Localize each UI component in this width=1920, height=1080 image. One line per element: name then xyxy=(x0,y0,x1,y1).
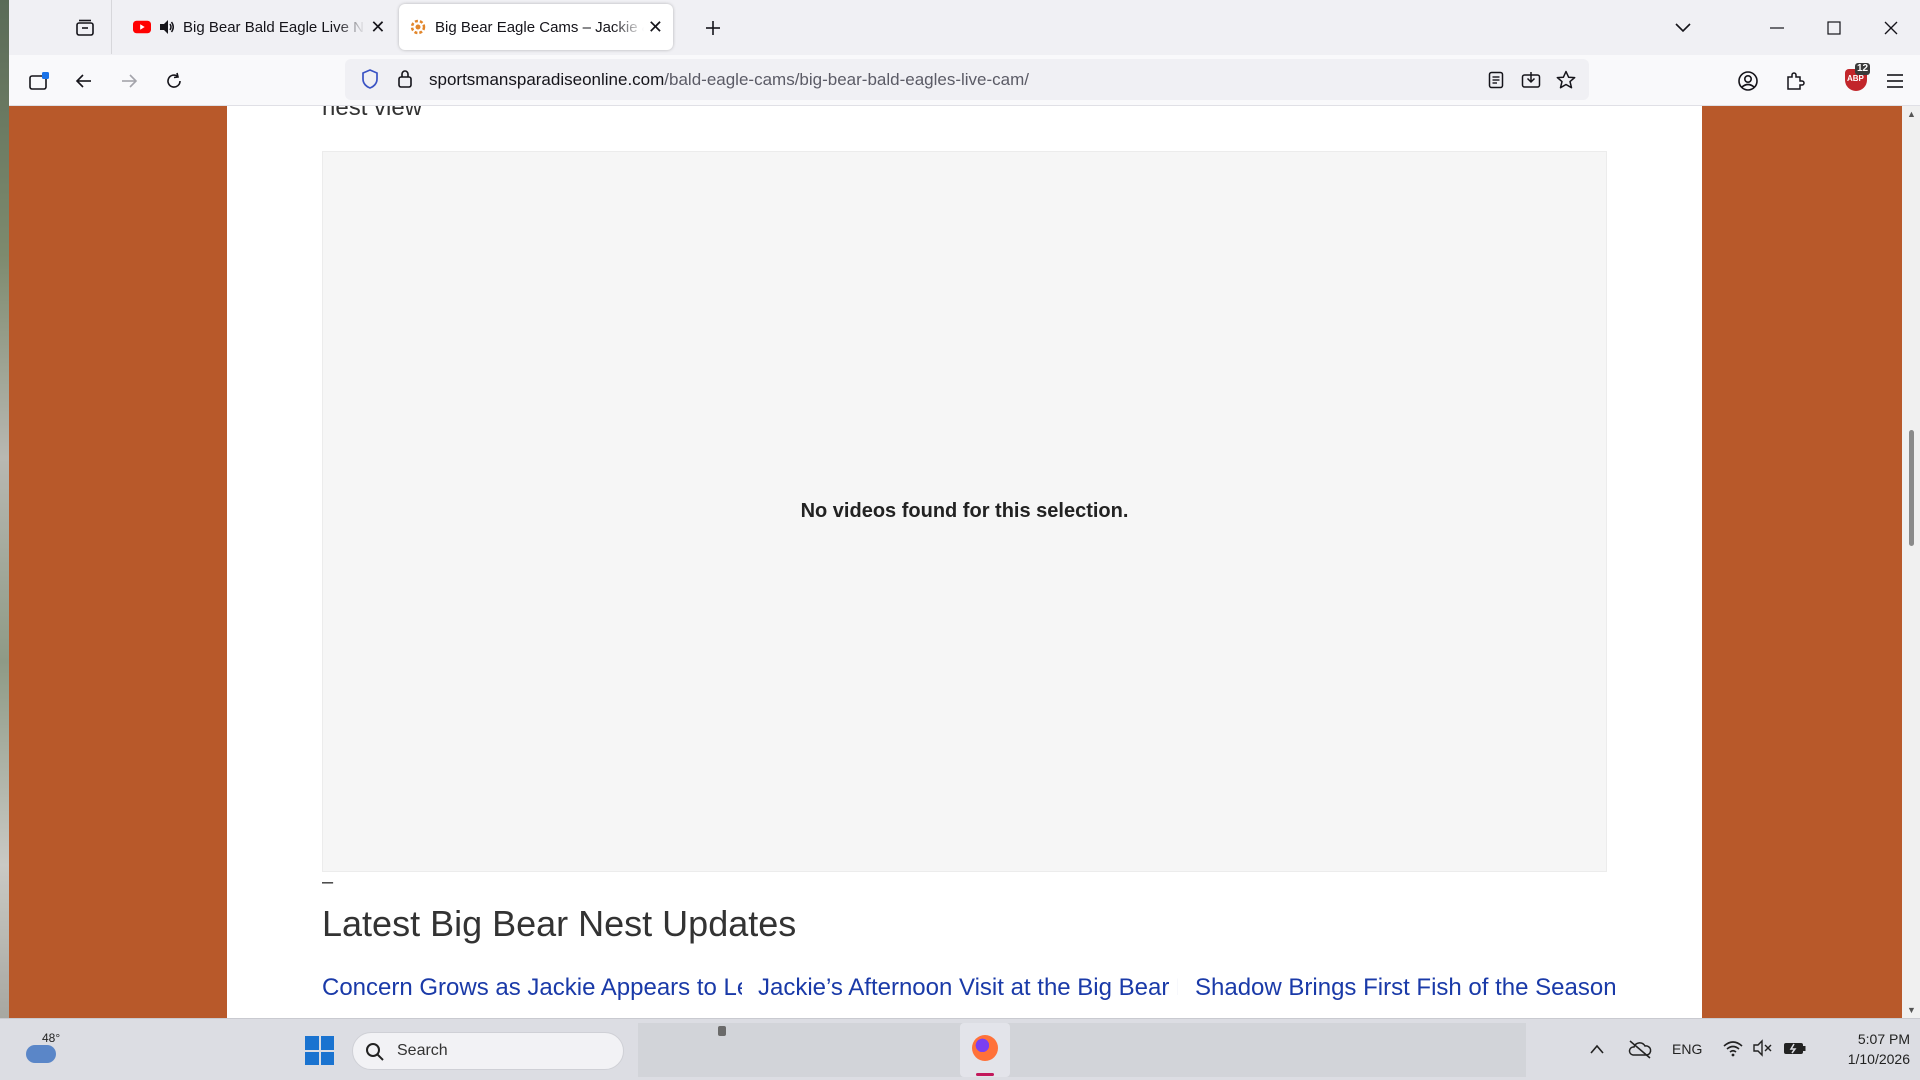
forward-button[interactable] xyxy=(113,65,145,97)
sidebar-button[interactable] xyxy=(23,65,55,97)
tracking-protection-shield-icon[interactable] xyxy=(361,69,379,94)
close-tab-icon[interactable]: ✕ xyxy=(648,17,663,37)
bookmark-star-icon[interactable] xyxy=(1553,67,1579,93)
url-path: /bald-eagle-cams/big-bear-bald-eagles-li… xyxy=(664,70,1030,89)
post-link[interactable]: Shadow Brings First Fish of the Season a… xyxy=(1195,972,1615,1004)
page-scrollbar[interactable]: ▲ ▼ xyxy=(1902,106,1920,1018)
clock-time: 5:07 PM xyxy=(1857,1031,1910,1047)
adblock-extension-label: ABP xyxy=(1847,74,1864,83)
windows-taskbar: 48° Search ENG 5:07 PM 1/10/2026 xyxy=(0,1018,1920,1080)
tab-title: Big Bear Bald Eagle Live Nest xyxy=(183,18,365,36)
active-app-indicator xyxy=(976,1073,994,1076)
show-hidden-icons-chevron-icon[interactable] xyxy=(1590,1041,1604,1059)
sidebar-icon xyxy=(29,72,49,90)
address-bar[interactable]: sportsmansparadiseonline.com/bald-eagle-… xyxy=(345,59,1589,100)
arrow-left-icon xyxy=(75,74,91,88)
save-to-pocket-icon[interactable] xyxy=(1518,67,1544,93)
reader-view-icon[interactable] xyxy=(1483,67,1509,93)
youtube-icon xyxy=(133,18,151,36)
post-link[interactable]: Jackie’s Afternoon Visit at the Big Bear… xyxy=(758,972,1178,1004)
account-button[interactable] xyxy=(1732,65,1764,97)
arrow-right-icon xyxy=(122,74,138,88)
no-videos-message: No videos found for this selection. xyxy=(800,500,1129,522)
minimize-button[interactable] xyxy=(1749,0,1805,55)
weather-temperature: 48° xyxy=(42,1031,61,1045)
page-viewport: nest view No videos found for this selec… xyxy=(9,106,1902,1018)
close-tab-icon[interactable]: ✕ xyxy=(369,17,387,37)
section-heading: nest view xyxy=(322,106,423,121)
onedrive-offline-icon[interactable] xyxy=(1628,1039,1652,1064)
back-button[interactable] xyxy=(68,65,100,97)
scroll-down-arrow-icon[interactable]: ▼ xyxy=(1907,1005,1916,1015)
tab-big-bear-eagle-cams[interactable]: Big Bear Eagle Cams – Jackie & Shadow ✕ xyxy=(399,4,673,50)
reload-button[interactable] xyxy=(158,65,190,97)
desktop-wallpaper xyxy=(0,0,9,1018)
windows-logo-icon xyxy=(305,1036,319,1050)
maximize-icon xyxy=(1827,20,1841,35)
url-text[interactable]: sportsmansparadiseonline.com/bald-eagle-… xyxy=(429,70,1029,90)
tab-list-button[interactable] xyxy=(69,14,101,42)
updates-heading: Latest Big Bear Nest Updates xyxy=(322,903,797,944)
browser-window: Big Bear Bald Eagle Live Nest ✕ Big Bear… xyxy=(9,0,1920,1018)
lock-icon[interactable] xyxy=(397,69,413,94)
minimize-icon xyxy=(1770,26,1784,29)
plus-icon xyxy=(706,21,720,35)
maximize-button[interactable] xyxy=(1806,0,1862,55)
navigation-toolbar: sportsmansparadiseonline.com/bald-eagle-… xyxy=(9,55,1920,106)
taskbar-apps-area xyxy=(638,1023,1526,1077)
clock-date: 1/10/2026 xyxy=(1847,1051,1910,1067)
taskbar-pin-marker xyxy=(718,1026,726,1036)
menu-button[interactable] xyxy=(1879,65,1911,97)
tab-list-icon xyxy=(76,19,94,36)
separator-dash: – xyxy=(322,871,334,893)
adblock-extension-button[interactable]: ABP 12 xyxy=(1841,63,1871,93)
volume-muted-icon[interactable] xyxy=(1753,1039,1773,1062)
speaker-icon[interactable] xyxy=(159,19,175,35)
list-all-tabs-button[interactable] xyxy=(1669,14,1697,42)
reload-icon xyxy=(167,72,181,88)
url-domain: sportsmansparadiseonline.com xyxy=(429,70,665,89)
extensions-button[interactable] xyxy=(1779,65,1811,97)
tab-youtube[interactable]: Big Bear Bald Eagle Live Nest ✕ xyxy=(123,4,397,50)
scrollbar-thumb[interactable] xyxy=(1909,430,1914,546)
page-content: nest view No videos found for this selec… xyxy=(227,106,1702,1018)
taskbar-search[interactable]: Search xyxy=(352,1032,624,1070)
battery-charging-icon[interactable] xyxy=(1783,1039,1807,1062)
close-window-button[interactable] xyxy=(1863,0,1919,55)
post-link[interactable]: Concern Grows as Jackie Appears to Leave… xyxy=(322,972,742,1004)
close-icon xyxy=(1884,21,1898,34)
system-clock[interactable]: 5:07 PM 1/10/2026 xyxy=(1820,1029,1910,1069)
search-icon xyxy=(365,1042,385,1067)
start-button[interactable] xyxy=(305,1036,334,1065)
puzzle-icon xyxy=(1787,72,1805,90)
new-tab-button[interactable] xyxy=(699,14,727,42)
site-icon xyxy=(409,18,427,36)
tab-bar: Big Bear Bald Eagle Live Nest ✕ Big Bear… xyxy=(9,0,1920,55)
search-placeholder: Search xyxy=(397,1042,448,1059)
tab-title: Big Bear Eagle Cams – Jackie & Shadow xyxy=(435,18,644,36)
language-indicator[interactable]: ENG xyxy=(1672,1041,1702,1057)
taskbar-firefox[interactable] xyxy=(960,1023,1010,1077)
tab-separator xyxy=(111,0,112,54)
weather-widget[interactable]: 48° xyxy=(22,1031,66,1071)
extension-badge-count: 12 xyxy=(1855,63,1871,75)
firefox-icon xyxy=(972,1035,998,1061)
wifi-icon[interactable] xyxy=(1722,1039,1744,1062)
video-gallery: No videos found for this selection. xyxy=(322,151,1607,872)
hamburger-menu-icon xyxy=(1887,74,1903,88)
account-icon xyxy=(1738,71,1758,91)
scroll-up-arrow-icon[interactable]: ▲ xyxy=(1907,109,1916,119)
cloud-icon xyxy=(26,1045,56,1063)
chevron-down-icon xyxy=(1675,23,1691,33)
